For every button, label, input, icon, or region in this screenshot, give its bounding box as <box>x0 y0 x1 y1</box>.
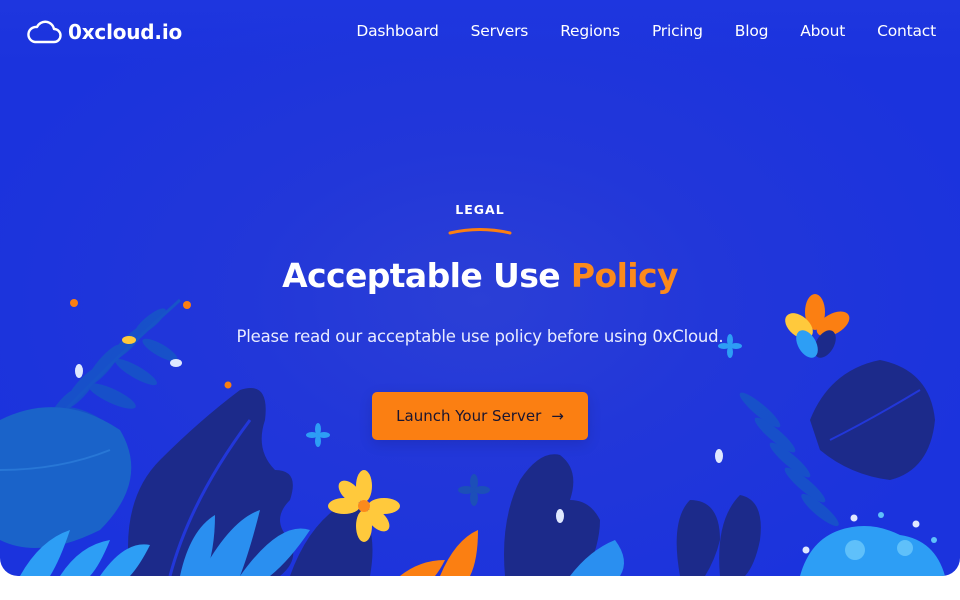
nav-item-about[interactable]: About <box>800 22 845 40</box>
right-monstera-leaf <box>810 360 935 480</box>
blue-star-flower <box>306 423 330 447</box>
cloud-icon <box>27 20 62 44</box>
nav-item-contact[interactable]: Contact <box>877 22 936 40</box>
yellow-flower <box>328 470 400 542</box>
brand-logo[interactable]: 0xcloud.io <box>26 18 182 46</box>
nav-item-pricing[interactable]: Pricing <box>652 22 703 40</box>
brand-name: 0xcloud.io <box>68 20 183 44</box>
center-dark-leaf <box>290 500 373 576</box>
page-subtitle: Please read our acceptable use policy be… <box>236 327 724 346</box>
eyebrow-underline <box>448 228 512 235</box>
right-blue-bush <box>800 526 945 576</box>
center-monstera-leaf <box>504 454 600 576</box>
main-nav: Dashboard Servers Regions Pricing Blog A… <box>356 22 936 40</box>
page-title: Acceptable Use Policy <box>0 256 960 295</box>
page-title-main: Acceptable Use <box>282 256 561 295</box>
nav-item-regions[interactable]: Regions <box>560 22 620 40</box>
nav-item-blog[interactable]: Blog <box>735 22 769 40</box>
section-eyebrow: LEGAL <box>455 202 505 217</box>
center-orange-leaf <box>440 530 478 576</box>
launch-server-button[interactable]: Launch Your Server → <box>372 392 588 440</box>
hero-section: 0xcloud.io Dashboard Servers Regions Pri… <box>0 0 960 576</box>
arrow-right-icon: → <box>551 407 564 425</box>
left-fern-leaf <box>8 298 181 471</box>
nav-item-servers[interactable]: Servers <box>471 22 529 40</box>
left-palm-leaf <box>180 510 310 576</box>
page-title-accent: Policy <box>570 256 679 295</box>
launch-server-label: Launch Your Server <box>396 407 542 425</box>
left-monstera-leaf <box>128 388 294 576</box>
nav-item-dashboard[interactable]: Dashboard <box>356 22 438 40</box>
left-teal-leaf <box>0 407 132 548</box>
right-dark-leaf <box>676 500 720 576</box>
